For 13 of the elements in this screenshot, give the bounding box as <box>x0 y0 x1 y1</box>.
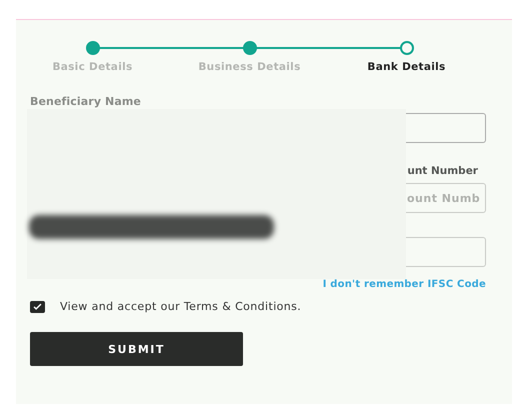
step-label[interactable]: Bank Details <box>367 61 446 73</box>
input-field[interactable] <box>405 237 486 267</box>
input-field[interactable]: ount Numb <box>405 183 486 213</box>
check-icon <box>32 301 43 312</box>
field-label: Beneficiary Name <box>30 95 141 109</box>
ifsc-link[interactable]: I don't remember IFSC Code <box>322 279 486 290</box>
step-label[interactable]: Business Details <box>198 61 301 73</box>
input-field[interactable] <box>405 113 486 143</box>
checkbox[interactable] <box>30 300 45 312</box>
field-label: unt Number <box>407 165 478 179</box>
step-label[interactable]: Basic Details <box>52 61 133 73</box>
terms-label: View and accept our Terms & Conditions. <box>60 300 302 313</box>
submit-button[interactable]: SUBMIT <box>30 332 243 366</box>
